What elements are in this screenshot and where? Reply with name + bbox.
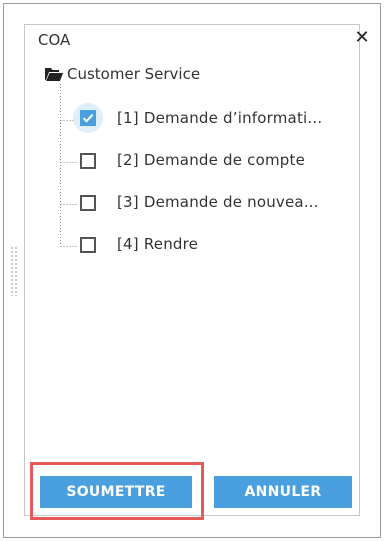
close-icon[interactable]: ✕ bbox=[354, 27, 369, 48]
highlight-box bbox=[30, 462, 204, 520]
tree-item-label[interactable]: [2] Demande de compte bbox=[117, 151, 305, 169]
tree-item-label[interactable]: [1] Demande d’informati... bbox=[117, 109, 322, 127]
checkbox-item-3[interactable] bbox=[80, 195, 96, 211]
resize-grip[interactable] bbox=[10, 246, 18, 296]
dialog-title: COA bbox=[38, 31, 71, 49]
tree-item-label[interactable]: [3] Demande de nouvea... bbox=[117, 193, 319, 211]
checkbox-item-4[interactable] bbox=[80, 237, 96, 253]
tree-root-label[interactable]: Customer Service bbox=[67, 65, 200, 83]
checkmark-icon bbox=[82, 113, 94, 123]
folder-open-icon bbox=[45, 68, 63, 81]
cancel-button[interactable]: ANNULER bbox=[214, 476, 352, 508]
checkbox-item-1[interactable] bbox=[80, 110, 96, 126]
close-button[interactable]: ✕ bbox=[352, 28, 372, 48]
tree-item-label[interactable]: [4] Rendre bbox=[117, 235, 198, 253]
checkbox-item-2[interactable] bbox=[80, 153, 96, 169]
coa-dialog bbox=[24, 24, 360, 516]
